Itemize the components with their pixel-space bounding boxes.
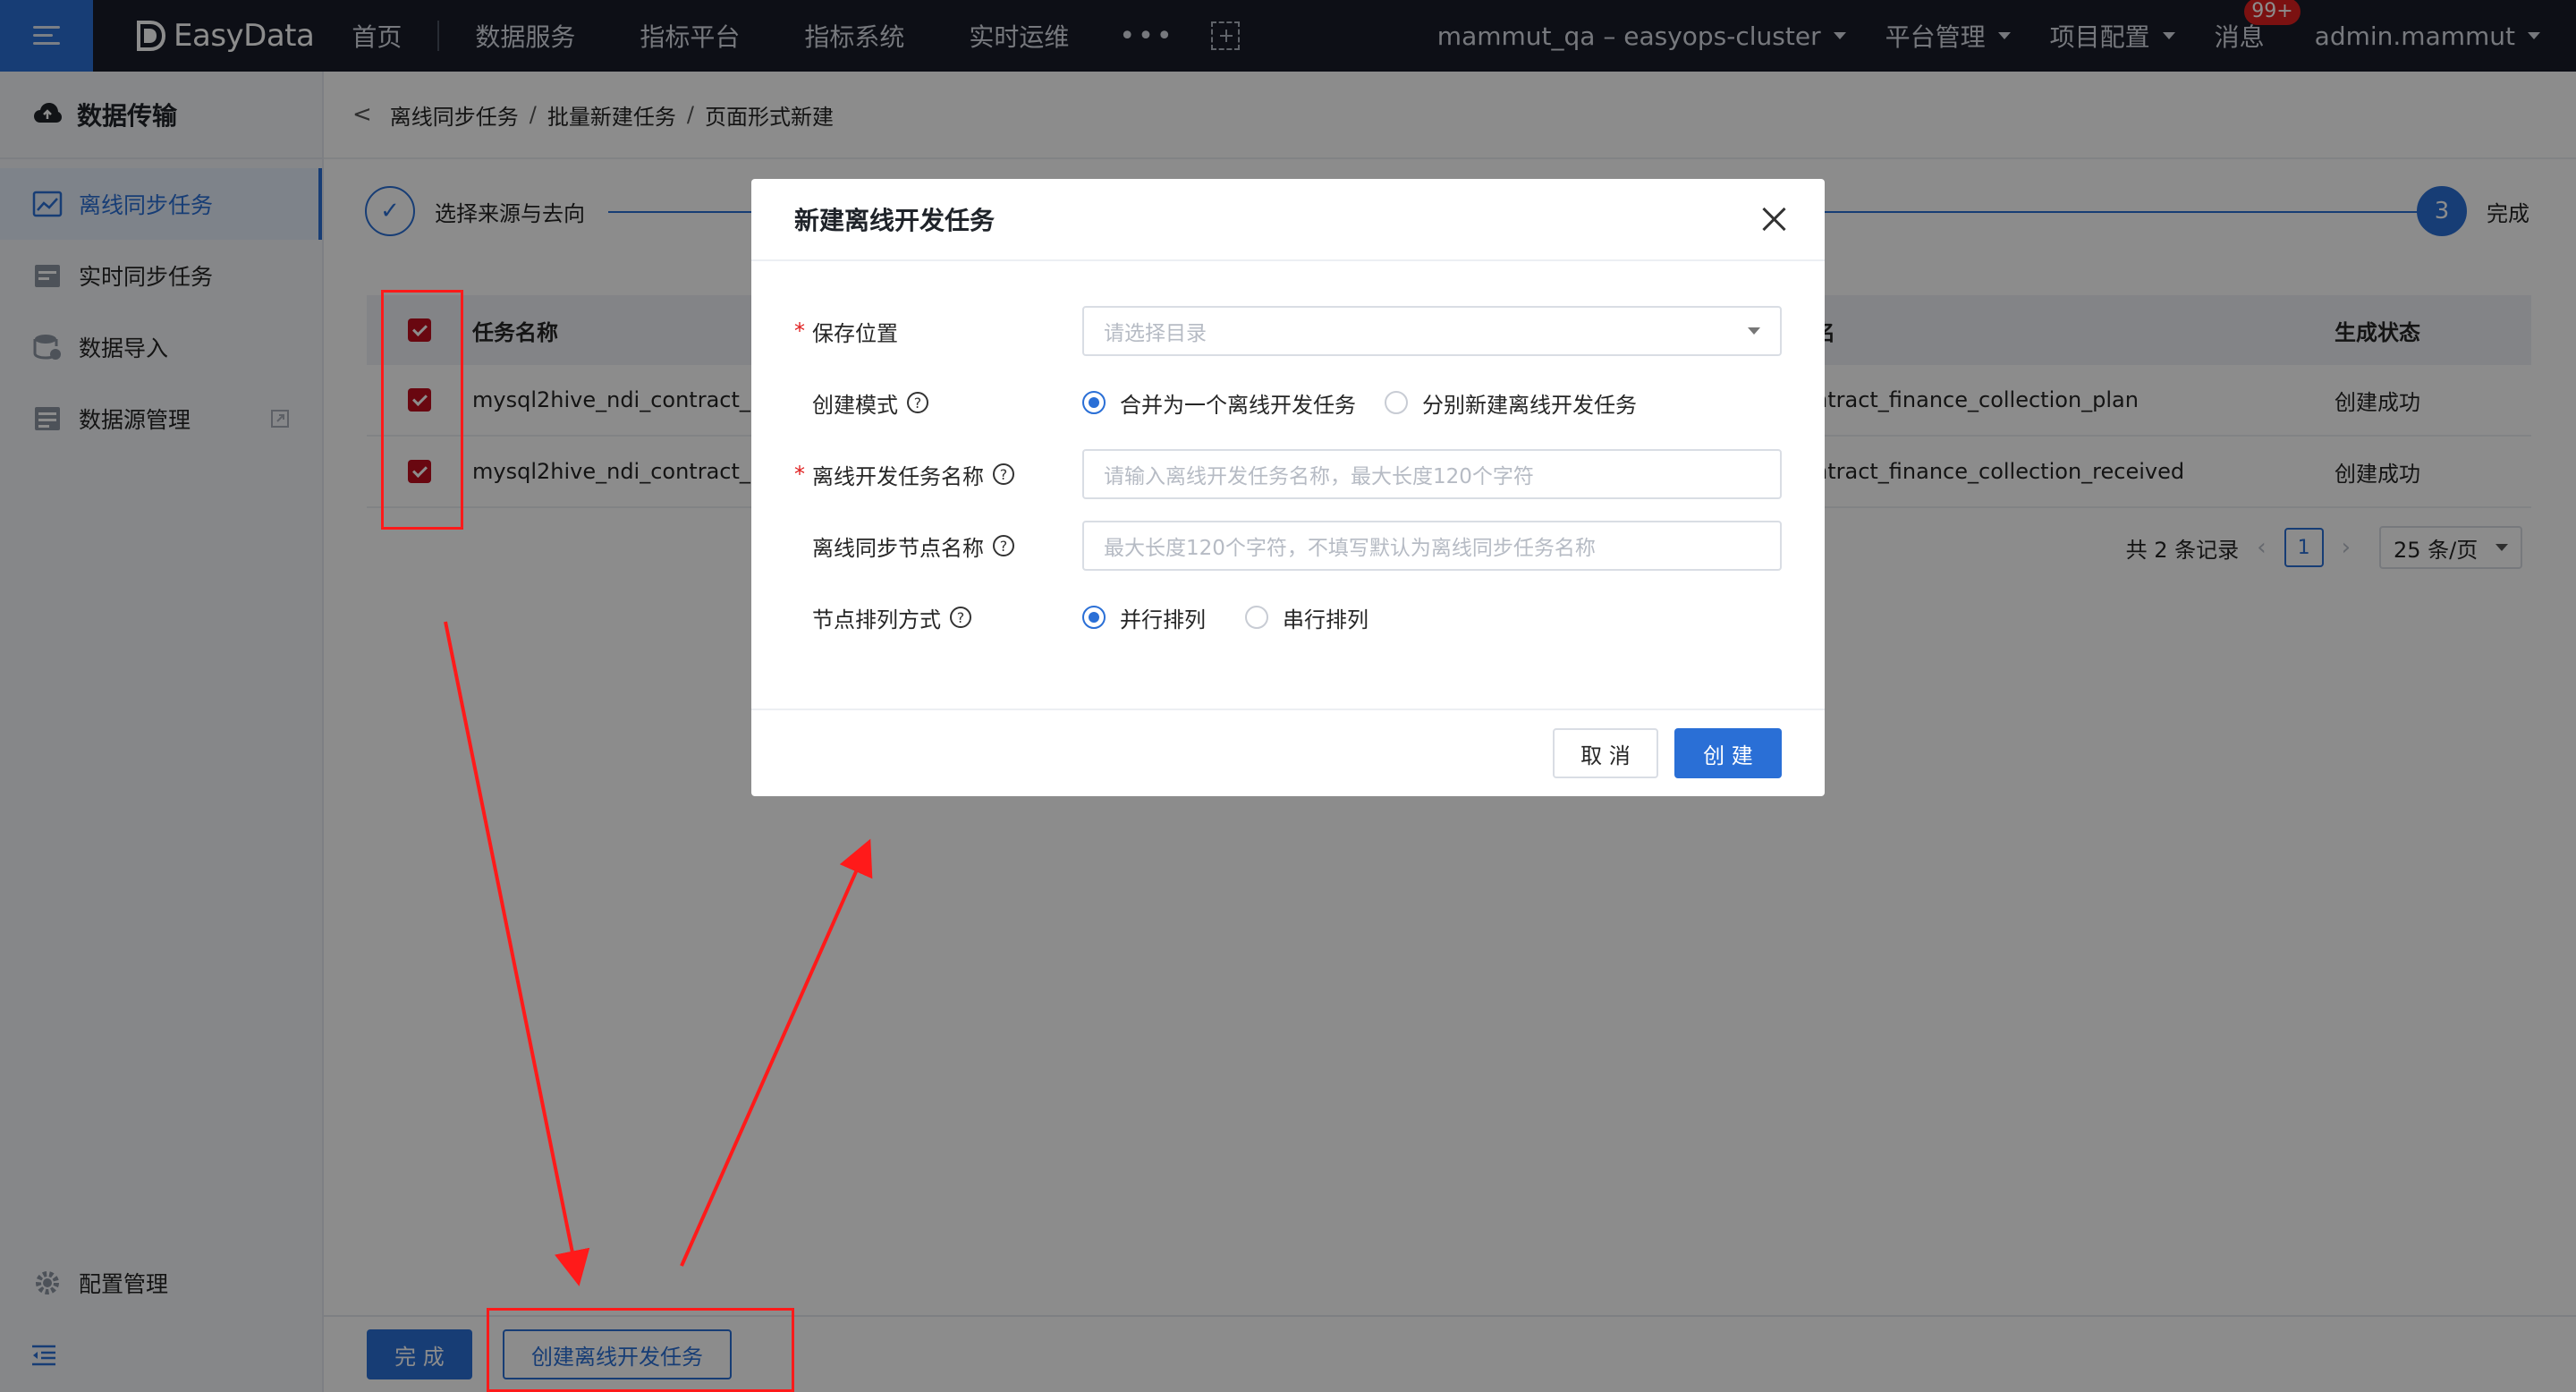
create-mode-radio-group: 合并为一个离线开发任务 分别新建离线开发任务 (1082, 387, 1665, 419)
create-mode-text: 创建模式 (812, 392, 898, 418)
form-row-save-location: * 保存位置 请选择目录 (794, 306, 1782, 356)
help-icon[interactable]: ? (907, 392, 928, 413)
chevron-down-icon (1748, 327, 1760, 335)
save-location-select[interactable]: 请选择目录 (1082, 306, 1782, 356)
radio-label: 并行排列 (1120, 607, 1206, 632)
radio-label: 分别新建离线开发任务 (1422, 392, 1637, 418)
radio-merge-one-task[interactable]: 合并为一个离线开发任务 (1082, 387, 1356, 419)
radio-unselected-icon (1245, 606, 1268, 629)
task-name-input[interactable]: 请输入离线开发任务名称，最大长度120个字符 (1082, 449, 1782, 499)
save-location-text: 保存位置 (812, 320, 898, 346)
node-name-input[interactable]: 最大长度120个字符，不填写默认为离线同步任务名称 (1082, 521, 1782, 571)
create-mode-label: 创建模式 ? (794, 387, 1082, 419)
node-name-label: 离线同步节点名称 ? (794, 530, 1082, 562)
node-order-text: 节点排列方式 (812, 607, 941, 632)
create-button[interactable]: 创 建 (1674, 728, 1782, 778)
required-marker: * (794, 462, 805, 487)
radio-parallel[interactable]: 并行排列 (1082, 602, 1206, 633)
help-icon[interactable]: ? (950, 607, 971, 628)
close-icon[interactable] (1758, 204, 1789, 234)
form-row-node-order: 节点排列方式 ? 并行排列 串行排列 (794, 592, 1397, 642)
form-row-create-mode: 创建模式 ? 合并为一个离线开发任务 分别新建离线开发任务 (794, 378, 1665, 428)
node-order-radio-group: 并行排列 串行排列 (1082, 602, 1397, 633)
form-row-task-name: * 离线开发任务名称 ? 请输入离线开发任务名称，最大长度120个字符 (794, 449, 1782, 499)
form-row-node-name: 离线同步节点名称 ? 最大长度120个字符，不填写默认为离线同步任务名称 (794, 521, 1782, 571)
save-location-placeholder: 请选择目录 (1104, 322, 1207, 345)
radio-selected-icon (1082, 606, 1106, 629)
radio-separate-tasks[interactable]: 分别新建离线开发任务 (1385, 387, 1637, 419)
radio-label: 串行排列 (1283, 607, 1368, 632)
radio-unselected-icon (1385, 391, 1408, 414)
create-offline-task-dialog: 新建离线开发任务 * 保存位置 请选择目录 创建模式 ? 合并为一个离线开发任务… (751, 179, 1825, 796)
dialog-footer: 取 消 创 建 (751, 709, 1825, 796)
node-name-placeholder: 最大长度120个字符，不填写默认为离线同步任务名称 (1104, 537, 1596, 560)
radio-serial[interactable]: 串行排列 (1245, 602, 1368, 633)
annotation-button-highlight (487, 1308, 794, 1392)
required-marker: * (794, 318, 805, 344)
dialog-header: 新建离线开发任务 (751, 179, 1825, 261)
task-name-placeholder: 请输入离线开发任务名称，最大长度120个字符 (1104, 465, 1534, 488)
save-location-label: * 保存位置 (794, 316, 1082, 347)
cancel-button[interactable]: 取 消 (1553, 728, 1658, 778)
dialog-title: 新建离线开发任务 (794, 206, 996, 235)
annotation-checkbox-highlight (381, 290, 463, 530)
help-icon[interactable]: ? (993, 535, 1014, 556)
node-order-label: 节点排列方式 ? (794, 602, 1082, 633)
radio-label: 合并为一个离线开发任务 (1120, 392, 1356, 418)
node-name-text: 离线同步节点名称 (812, 535, 984, 561)
task-name-label: * 离线开发任务名称 ? (794, 459, 1082, 490)
task-name-text: 离线开发任务名称 (812, 463, 984, 489)
help-icon[interactable]: ? (993, 463, 1014, 485)
radio-selected-icon (1082, 391, 1106, 414)
